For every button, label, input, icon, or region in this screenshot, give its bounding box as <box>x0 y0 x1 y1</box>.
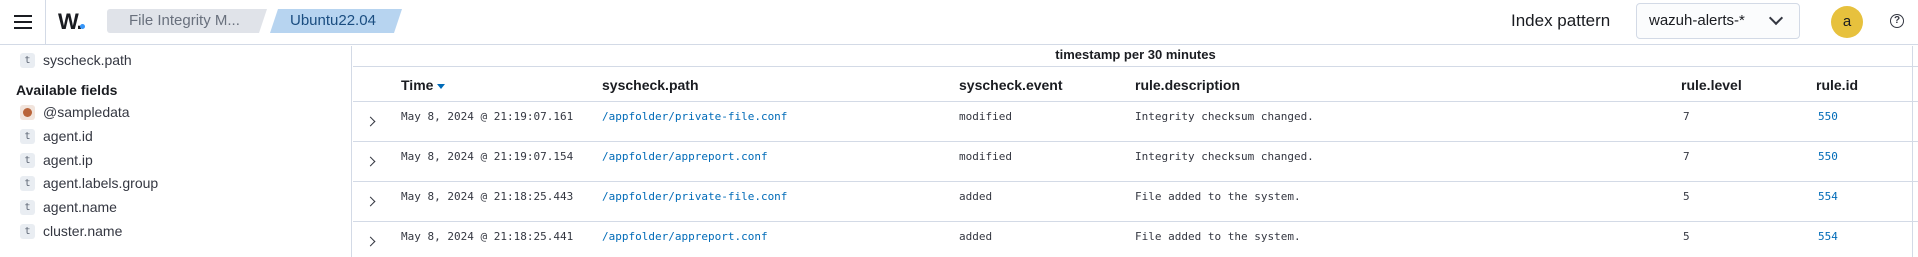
column-header-syscheck-event[interactable]: syscheck.event <box>959 77 1063 93</box>
string-type-icon: t <box>20 128 35 144</box>
help-icon[interactable]: ? <box>1890 14 1904 28</box>
available-fields-title: Available fields <box>16 82 118 98</box>
column-header-label: Time <box>401 77 434 93</box>
cell-rule-level: 7 <box>1683 110 1690 123</box>
expand-row-icon[interactable] <box>365 156 376 167</box>
expand-row-icon[interactable] <box>365 196 376 207</box>
sort-descending-icon[interactable] <box>437 83 446 89</box>
cell-rule-level: 5 <box>1683 190 1690 203</box>
selected-field-syscheck-path[interactable]: t syscheck.path <box>20 50 132 70</box>
histogram-title: timestamp per 30 minutes <box>1055 47 1216 62</box>
cell-syscheck-path[interactable]: /appfolder/appreport.conf <box>602 230 768 243</box>
column-header-syscheck-path[interactable]: syscheck.path <box>602 77 699 93</box>
header-divider <box>45 0 46 45</box>
cell-syscheck-path[interactable]: /appfolder/appreport.conf <box>602 150 768 163</box>
field-cluster-name[interactable]: t cluster.name <box>20 221 122 241</box>
menu-icon[interactable] <box>12 12 34 32</box>
cell-rule-id[interactable]: 550 <box>1818 110 1838 123</box>
cell-rule-description: Integrity checksum changed. <box>1135 110 1314 123</box>
breadcrumb-agent[interactable]: Ubuntu22.04 <box>270 9 402 33</box>
field-name: @sampledata <box>43 104 130 120</box>
column-header-rule-description[interactable]: rule.description <box>1135 77 1240 93</box>
table-row: May 8, 2024 @ 21:19:07.161 /appfolder/pr… <box>353 102 1918 142</box>
expand-row-icon[interactable] <box>365 236 376 247</box>
cell-syscheck-event: modified <box>959 150 1012 163</box>
cell-rule-id[interactable]: 554 <box>1818 190 1838 203</box>
column-header-rule-level[interactable]: rule.level <box>1681 77 1742 93</box>
cell-rule-id[interactable]: 554 <box>1818 230 1838 243</box>
table-row: May 8, 2024 @ 21:19:07.154 /appfolder/ap… <box>353 142 1918 182</box>
cell-rule-description: File added to the system. <box>1135 190 1301 203</box>
discover-main-panel: timestamp per 30 minutes Time syscheck.p… <box>353 46 1918 257</box>
cell-syscheck-event: modified <box>959 110 1012 123</box>
cell-syscheck-path[interactable]: /appfolder/private-file.conf <box>602 190 787 203</box>
string-type-icon: t <box>20 199 35 215</box>
cell-rule-description: Integrity checksum changed. <box>1135 150 1314 163</box>
index-pattern-select[interactable]: wazuh-alerts-* <box>1636 3 1800 39</box>
fields-sidebar: t syscheck.path Available fields @sample… <box>0 46 352 257</box>
expand-row-icon[interactable] <box>365 116 376 127</box>
cell-time: May 8, 2024 @ 21:18:25.443 <box>401 190 574 203</box>
user-avatar[interactable]: a <box>1831 6 1863 38</box>
geo-type-icon <box>20 104 35 120</box>
field-agent-id[interactable]: t agent.id <box>20 126 93 146</box>
cell-rule-id[interactable]: 550 <box>1818 150 1838 163</box>
field-name: agent.ip <box>43 152 93 168</box>
string-type-icon: t <box>20 52 35 68</box>
cell-syscheck-event: added <box>959 230 993 243</box>
string-type-icon: t <box>20 223 35 239</box>
field-agent-labels-group[interactable]: t agent.labels.group <box>20 173 158 193</box>
string-type-icon: t <box>20 152 35 168</box>
field-name: agent.name <box>43 199 117 215</box>
cell-rule-level: 5 <box>1683 230 1690 243</box>
index-pattern-label: Index pattern <box>1511 11 1611 30</box>
cell-rule-description: File added to the system. <box>1135 230 1301 243</box>
column-header-rule-id[interactable]: rule.id <box>1816 77 1858 93</box>
field-name: cluster.name <box>43 223 123 239</box>
field-sampledata[interactable]: @sampledata <box>20 102 130 122</box>
table-top-divider <box>353 66 1918 67</box>
top-navigation-bar: W. File Integrity M... Ubuntu22.04 Index… <box>0 0 1918 45</box>
cell-syscheck-path[interactable]: /appfolder/private-file.conf <box>602 110 787 123</box>
field-agent-ip[interactable]: t agent.ip <box>20 150 93 170</box>
table-row: May 8, 2024 @ 21:18:25.443 /appfolder/pr… <box>353 182 1918 222</box>
cell-syscheck-event: added <box>959 190 993 203</box>
field-name: agent.labels.group <box>43 175 159 191</box>
logo-dot <box>80 24 85 29</box>
field-name: syscheck.path <box>43 52 132 68</box>
index-pattern-value: wazuh-alerts-* <box>1649 12 1745 29</box>
breadcrumb-file-integrity[interactable]: File Integrity M... <box>107 9 267 33</box>
column-header-time[interactable]: Time <box>401 77 446 93</box>
field-agent-name[interactable]: t agent.name <box>20 197 117 217</box>
wazuh-logo[interactable]: W. <box>58 9 83 35</box>
chevron-down-icon <box>1768 10 1784 26</box>
field-name: agent.id <box>43 128 93 144</box>
cell-time: May 8, 2024 @ 21:19:07.161 <box>401 110 574 123</box>
cell-rule-level: 7 <box>1683 150 1690 163</box>
cell-time: May 8, 2024 @ 21:18:25.441 <box>401 230 574 243</box>
panel-right-edge <box>1912 46 1913 257</box>
table-row: May 8, 2024 @ 21:18:25.441 /appfolder/ap… <box>353 222 1918 257</box>
cell-time: May 8, 2024 @ 21:19:07.154 <box>401 150 574 163</box>
string-type-icon: t <box>20 175 35 191</box>
